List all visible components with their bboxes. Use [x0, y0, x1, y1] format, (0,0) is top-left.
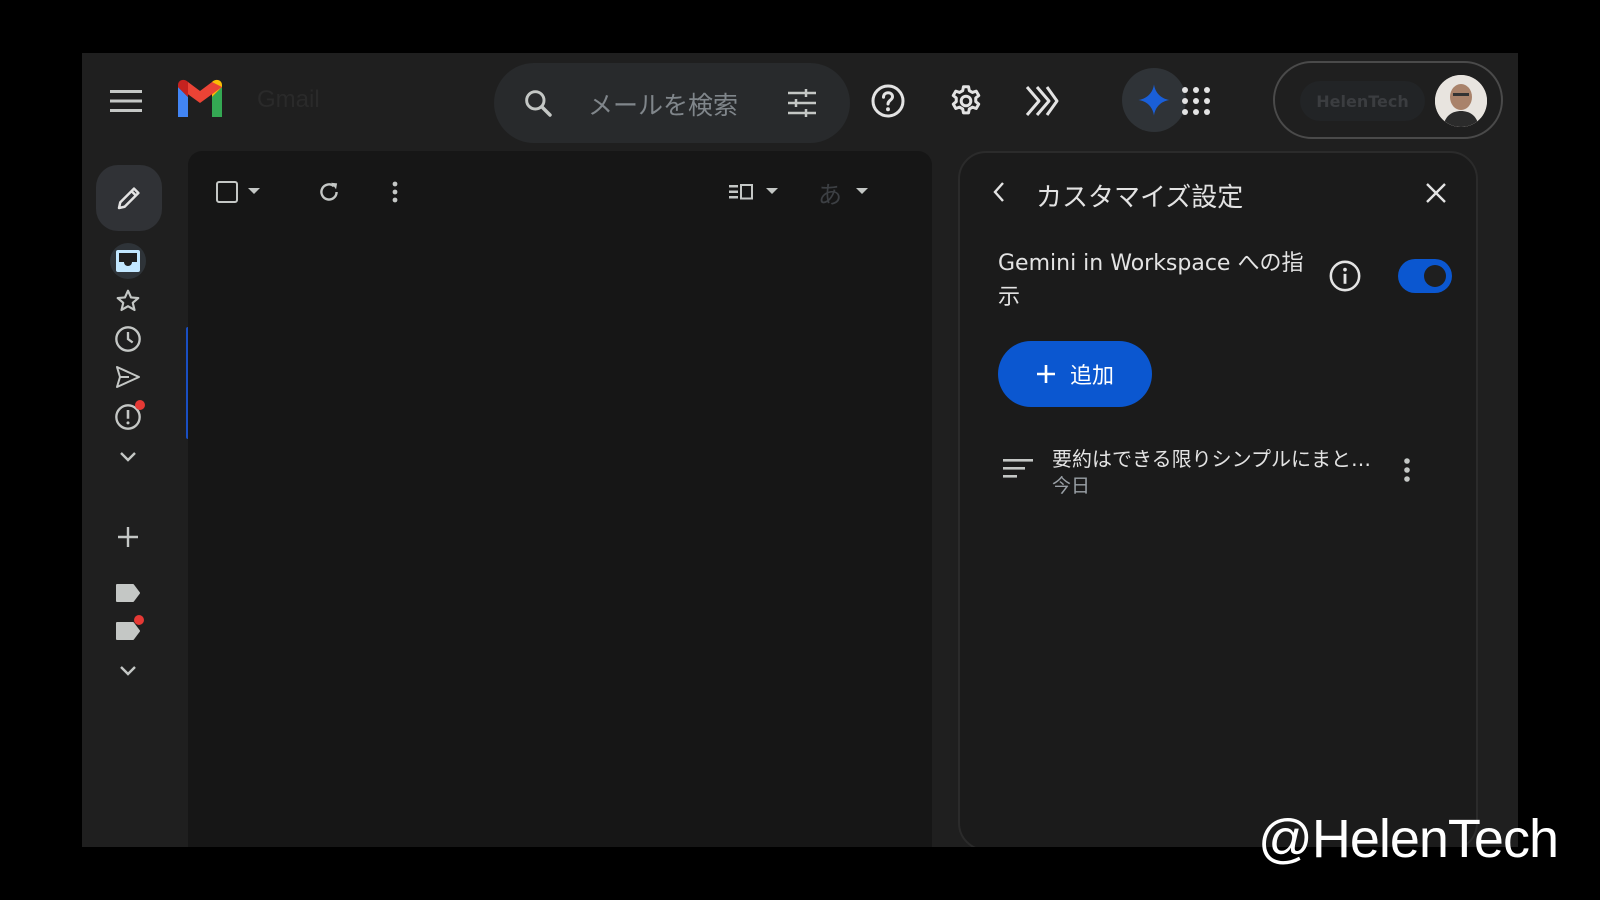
- refresh-icon: [320, 182, 338, 201]
- search-options-button[interactable]: [782, 83, 822, 123]
- select-checkbox[interactable]: [212, 177, 242, 207]
- gemini-instructions-label: Gemini in Workspace への指示: [998, 251, 1304, 310]
- search-input[interactable]: [586, 89, 770, 121]
- checkbox-icon: [216, 181, 238, 203]
- filter-icon: [788, 89, 816, 117]
- settings-icon: [951, 85, 981, 115]
- add-button-label: 追加: [1069, 363, 1114, 388]
- create-label-button[interactable]: [110, 519, 146, 555]
- account-name: HelenTech: [1300, 81, 1425, 121]
- compose-button[interactable]: [96, 165, 162, 231]
- back-icon: [993, 182, 1004, 202]
- star-icon: [116, 289, 140, 312]
- select-dropdown-button[interactable]: [244, 181, 264, 201]
- nav-starred[interactable]: [110, 283, 146, 319]
- send-icon: [116, 366, 140, 388]
- gemini-chevrons-icon: [1025, 86, 1059, 116]
- gmail-window: Gmail メールを検索 HelenTech あ カスタマイズ設定 Gemini…: [82, 53, 1518, 847]
- main-menu-button[interactable]: [106, 81, 146, 121]
- nav-important[interactable]: [110, 399, 146, 435]
- info-icon: [1329, 260, 1361, 292]
- nav-snoozed[interactable]: [110, 321, 146, 357]
- avatar[interactable]: [1435, 75, 1487, 127]
- top-bar: Gmail メールを検索 HelenTech: [82, 53, 1518, 149]
- inbox-icon: [116, 250, 140, 272]
- help-button[interactable]: [866, 79, 910, 123]
- split-view-icon: [729, 184, 753, 200]
- nav-sent[interactable]: [110, 359, 146, 395]
- gemini-sparkle-icon: [1138, 84, 1170, 116]
- more-vert-icon: [392, 181, 398, 203]
- instruction-date: 今日: [1052, 475, 1091, 497]
- more-actions-button[interactable]: [378, 175, 412, 209]
- instruction-title: 要約はできる限りシンプルにまと…: [1052, 447, 1371, 471]
- watermark: @HelenTech: [1258, 809, 1559, 869]
- chevron-down-icon: [766, 188, 778, 194]
- split-pane-toggle[interactable]: [726, 177, 756, 207]
- nav-label[interactable]: [110, 575, 146, 611]
- split-pane-dropdown[interactable]: [762, 181, 782, 201]
- chevron-down-icon: [120, 452, 136, 462]
- gmail-logo[interactable]: [174, 79, 226, 121]
- label-icon: [116, 584, 140, 602]
- input-tools-dropdown[interactable]: [852, 181, 872, 201]
- customize-panel: カスタマイズ設定 Gemini in Workspace への指示 追加 要約は…: [958, 151, 1478, 847]
- instruction-icon: [1000, 451, 1036, 487]
- refresh-button[interactable]: [312, 175, 346, 209]
- gemini-instructions-toggle[interactable]: [1398, 259, 1452, 293]
- menu-icon: [110, 90, 142, 112]
- google-apps-button[interactable]: [1174, 79, 1218, 123]
- nav-inbox[interactable]: [110, 243, 146, 279]
- apps-icon: [1182, 87, 1210, 115]
- clock-icon: [115, 326, 141, 352]
- chevron-down-icon: [120, 666, 136, 676]
- more-vert-icon: [1404, 458, 1410, 482]
- message-list-panel: あ: [188, 151, 932, 847]
- add-instruction-button[interactable]: 追加: [998, 341, 1152, 407]
- panel-title: カスタマイズ設定: [1036, 183, 1244, 213]
- info-button[interactable]: [1326, 257, 1364, 295]
- settings-button[interactable]: [944, 79, 988, 123]
- plus-icon: [118, 527, 138, 547]
- search-bar[interactable]: [494, 63, 850, 143]
- labels-more-button[interactable]: [110, 653, 146, 689]
- pencil-icon: [117, 187, 140, 210]
- instruction-more-button[interactable]: [1390, 453, 1424, 487]
- search-icon: [525, 90, 552, 117]
- search-button[interactable]: [518, 83, 558, 123]
- sort-icon: [1003, 459, 1033, 478]
- gemini-features-button[interactable]: [1020, 79, 1064, 123]
- instruction-item[interactable]: 要約はできる限りシンプルにまと… 今日: [998, 439, 1438, 505]
- back-button[interactable]: [984, 177, 1014, 207]
- gmail-logo-text: Gmail: [257, 86, 320, 113]
- account-switcher[interactable]: HelenTech: [1273, 61, 1503, 139]
- chevron-down-icon: [248, 188, 260, 194]
- input-tools-button[interactable]: あ: [814, 175, 846, 209]
- toggle-knob: [1424, 265, 1446, 287]
- notification-dot: [135, 400, 145, 410]
- notification-dot: [134, 615, 144, 625]
- nav-more-button[interactable]: [110, 439, 146, 475]
- chevron-down-icon: [856, 188, 868, 194]
- plus-icon: [1036, 365, 1055, 383]
- close-icon: [1426, 183, 1446, 203]
- nav-label[interactable]: [110, 613, 146, 649]
- close-panel-button[interactable]: [1420, 177, 1452, 209]
- help-icon: [871, 84, 905, 118]
